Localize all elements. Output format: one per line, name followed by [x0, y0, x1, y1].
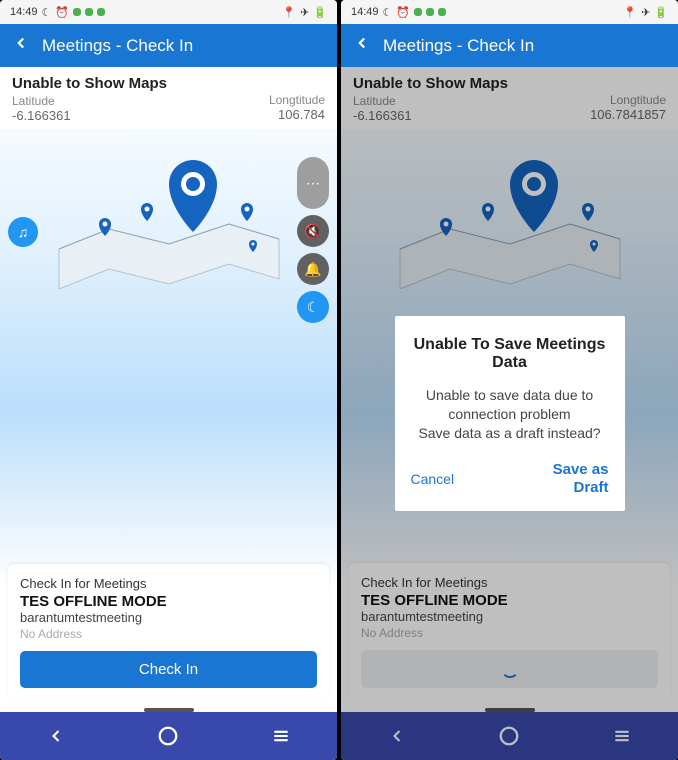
meeting-sub: barantumtestmeeting: [20, 610, 317, 625]
moon-icon: ☾: [383, 6, 393, 19]
airplane-icon: ✈: [300, 6, 309, 19]
indicator-icon: [426, 8, 434, 16]
header-title: Meetings - Check In: [42, 36, 193, 56]
dialog-title: Unable To Save Meetings Data: [411, 336, 609, 372]
error-dialog: Unable To Save Meetings Data Unable to s…: [395, 316, 625, 511]
app-header: Meetings - Check In: [0, 24, 337, 67]
checkin-card: Check In for Meetings TES OFFLINE MODE b…: [8, 564, 329, 700]
card-title: Check In for Meetings: [20, 576, 317, 591]
system-nav: [0, 712, 337, 760]
longitude-value: 106.784: [269, 107, 325, 122]
nav-menu-icon[interactable]: [267, 722, 295, 750]
location-icon: 📍: [623, 6, 637, 19]
modal-overlay[interactable]: Unable To Save Meetings Data Unable to s…: [341, 67, 678, 760]
nav-back-icon[interactable]: [42, 722, 70, 750]
battery-icon: 🔋: [654, 6, 668, 19]
save-draft-button[interactable]: Save as Draft: [553, 461, 609, 497]
moon-icon: ☾: [42, 6, 52, 19]
content-area: Unable to Show Maps Latitude -6.166361 L…: [0, 67, 337, 760]
alarm-icon: ⏰: [396, 6, 410, 19]
dialog-message: Unable to save data due to connection pr…: [411, 386, 609, 443]
airplane-icon: ✈: [641, 6, 650, 19]
indicator-icon: [97, 8, 105, 16]
checkin-button[interactable]: Check In: [20, 651, 317, 688]
indicator-icon: [73, 8, 81, 16]
indicator-icon: [438, 8, 446, 16]
alarm-icon: ⏰: [55, 6, 69, 19]
meeting-name: TES OFFLINE MODE: [20, 593, 317, 610]
status-bar: 14:49 ☾ ⏰ 📍 ✈ 🔋: [341, 0, 678, 24]
back-icon[interactable]: [353, 34, 371, 57]
nav-home-icon[interactable]: [154, 722, 182, 750]
header-title: Meetings - Check In: [383, 36, 534, 56]
app-header: Meetings - Check In: [341, 24, 678, 67]
latitude-label: Latitude: [12, 94, 167, 108]
back-icon[interactable]: [12, 34, 30, 57]
cancel-button[interactable]: Cancel: [411, 471, 455, 487]
no-address: No Address: [20, 627, 317, 641]
location-icon: 📍: [282, 6, 296, 19]
coords-panel: Unable to Show Maps Latitude -6.166361 L…: [0, 67, 337, 129]
maps-error: Unable to Show Maps: [12, 75, 167, 92]
latitude-value: -6.166361: [12, 108, 167, 123]
status-bar: 14:49 ☾ ⏰ 📍 ✈ 🔋: [0, 0, 337, 24]
phone-left: 14:49 ☾ ⏰ 📍 ✈ 🔋 Meetings - Check In Unab…: [0, 0, 337, 760]
map-illustration: [0, 149, 337, 289]
status-time: 14:49: [10, 6, 38, 18]
phone-right: 14:49 ☾ ⏰ 📍 ✈ 🔋 Meetings - Check In Unab…: [341, 0, 678, 760]
battery-icon: 🔋: [313, 6, 327, 19]
moon-pill-icon[interactable]: ☾: [297, 291, 329, 323]
longitude-label: Longtitude: [269, 93, 325, 107]
status-time: 14:49: [351, 6, 379, 18]
content-area: Unable to Show Maps Latitude -6.166361 L…: [341, 67, 678, 760]
indicator-icon: [85, 8, 93, 16]
indicator-icon: [414, 8, 422, 16]
